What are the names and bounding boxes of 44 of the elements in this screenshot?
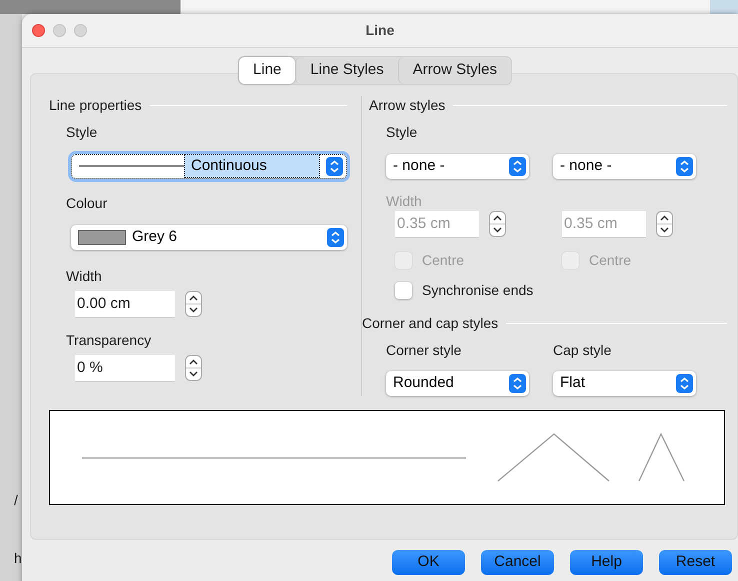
field-label: Transparency [65,330,152,350]
field-label: Cap style [553,340,612,360]
spin-button[interactable] [656,211,673,237]
window-title: Line [366,21,394,40]
dialog-button[interactable]: Help [570,550,643,574]
section-heading: Line properties [49,96,142,115]
field-label: Colour [65,194,108,212]
dialog-button[interactable]: Reset [659,550,732,574]
colour-swatch [78,230,126,244]
section-heading: Corner and cap styles [362,314,498,333]
tab[interactable]: Line [239,57,296,84]
spin-button[interactable] [185,291,202,317]
background-text: / [14,491,18,510]
stepper-icon [509,374,526,392]
dialog-button[interactable]: OK [392,550,465,574]
checkbox[interactable] [395,282,412,299]
close-button[interactable] [32,24,45,37]
spin-button[interactable] [185,355,202,381]
width-field[interactable]: 0.00 cm [75,290,175,318]
colour-select[interactable]: Grey 6 [71,224,347,250]
spin-button[interactable] [489,211,506,237]
stepper-icon [676,374,693,392]
arrow-style-select[interactable]: - none - [386,154,529,178]
stepper-icon [327,228,344,246]
checkbox-label: Centre [422,251,464,270]
field-label: Width [65,266,103,286]
stepper-icon [326,156,343,176]
cap-style-select[interactable]: Flat [553,370,696,396]
arrow-style-select[interactable]: - none - [553,154,696,178]
stepper-icon [509,156,526,176]
corner-style-select[interactable]: Rounded [386,370,529,396]
dialog-button[interactable]: Cancel [481,550,554,574]
field-label: Width [385,192,423,210]
field-label: Corner style [386,340,462,360]
background-text: h [14,549,22,568]
field-label: Style [65,122,98,142]
style-select[interactable]: Continuous [71,154,347,178]
field-label: Style [385,122,418,142]
section-heading: Arrow styles [369,96,446,115]
stepper-icon [676,156,693,176]
tab[interactable]: Line Styles [295,57,398,84]
transparency-field[interactable]: 0 % [75,354,175,382]
checkbox-label: Centre [589,251,632,270]
checkbox-label: Synchronise ends [422,281,534,300]
